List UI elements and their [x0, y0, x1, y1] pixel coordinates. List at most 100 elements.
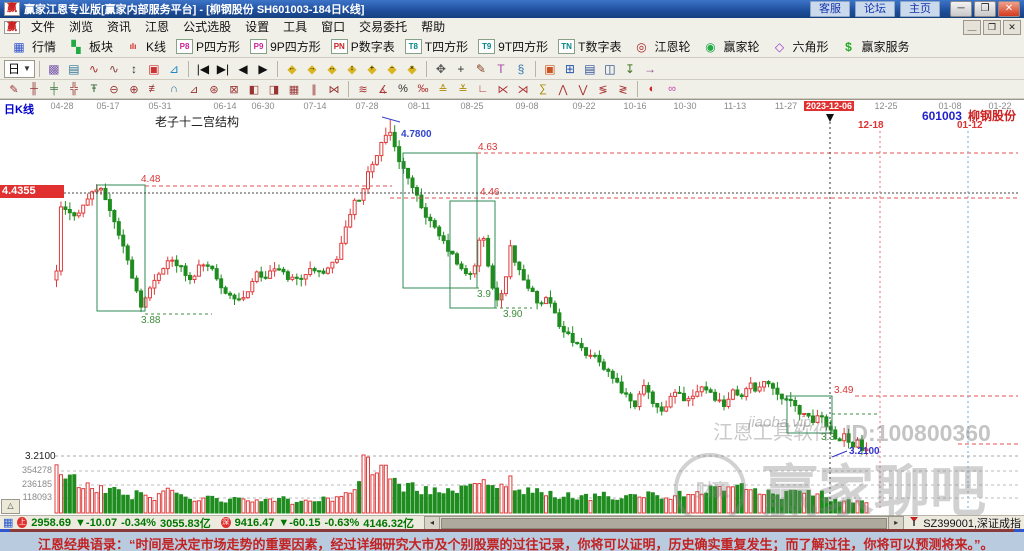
market-grid-icon[interactable]: ▦ — [3, 517, 13, 529]
mdi-minimize-button[interactable]: ＿ — [963, 19, 981, 35]
triangle-ruler-icon[interactable]: ⊿ — [184, 79, 204, 99]
golden-section-icon[interactable]: ≙ — [433, 79, 453, 99]
gann-fence-icon[interactable]: ╫ — [24, 79, 44, 99]
bowtie-tool-icon[interactable]: ⋈ — [324, 79, 344, 99]
close-button[interactable]: ✕ — [998, 1, 1020, 17]
gann-expand-v-icon[interactable]: ◆ ↕ — [342, 59, 362, 79]
titlebar-button-forum[interactable]: 论坛 — [855, 1, 895, 17]
draw-pen-icon[interactable]: ✎ — [471, 59, 491, 79]
menu-item-文件[interactable]: 文件 — [24, 19, 62, 35]
zigzag-down-icon[interactable]: ∿ — [104, 59, 124, 79]
gann-text-icon[interactable]: T — [491, 59, 511, 79]
scroll-left-button[interactable]: ◂ — [424, 515, 441, 530]
gann-shift-right-icon[interactable]: ◆ → — [302, 59, 322, 79]
half-right-icon[interactable]: ◨ — [264, 79, 284, 99]
titlebar-button-home[interactable]: 主页 — [900, 1, 940, 17]
menu-item-交易委托[interactable]: 交易委托 — [352, 19, 414, 35]
percent-tool-icon[interactable]: % — [393, 79, 413, 99]
scroll-right-button[interactable]: ▸ — [888, 515, 905, 530]
save-icon[interactable]: ◫ — [600, 59, 620, 79]
zigzag-up-icon[interactable]: ∿ — [84, 59, 104, 79]
square-mask-icon[interactable]: ⊠ — [224, 79, 244, 99]
cycle-cross-icon[interactable]: ⊕ — [124, 79, 144, 99]
first-bar-icon[interactable]: |◀ — [193, 59, 213, 79]
menu-item-浏览[interactable]: 浏览 — [62, 19, 100, 35]
star-burst-icon[interactable]: ⊛ — [204, 79, 224, 99]
scrollbar-thumb[interactable] — [441, 517, 887, 529]
winner-service-button[interactable]: $ 赢家服务 — [834, 38, 915, 56]
menu-item-设置[interactable]: 设置 — [238, 19, 276, 35]
mdi-restore-button[interactable]: ❐ — [983, 19, 1001, 35]
fan-right-icon[interactable]: ⋊ — [513, 79, 533, 99]
permille-tool-icon[interactable]: ‰ — [413, 79, 433, 99]
pan-hand-icon[interactable]: ✥ — [431, 59, 451, 79]
volume-pane-toggle-button[interactable]: △ — [1, 499, 20, 514]
scrollbar-track[interactable] — [440, 515, 889, 530]
half-left-icon[interactable]: ◧ — [244, 79, 264, 99]
info-board-icon[interactable]: ▤ — [64, 59, 84, 79]
hexagon-button[interactable]: ◇ 六角形 — [765, 38, 834, 56]
crosshair-icon[interactable]: + — [451, 59, 471, 79]
9t-square-button[interactable]: T9 9T四方形 — [473, 38, 553, 56]
last-bar-icon[interactable]: ▶| — [213, 59, 233, 79]
dense-grid-icon[interactable]: ▦ — [284, 79, 304, 99]
mirror-tool-icon[interactable]: ≷ — [613, 79, 633, 99]
send-icon[interactable]: → — [640, 59, 660, 79]
notebook-icon[interactable]: ▤ — [580, 59, 600, 79]
kline-button[interactable]: ılı K线 — [118, 38, 171, 56]
highlight-range-icon[interactable]: ▣ — [144, 59, 164, 79]
menu-item-工具[interactable]: 工具 — [276, 19, 314, 35]
horizontal-scrollbar[interactable]: ◂ ▸ — [424, 515, 905, 530]
taiji-icon[interactable]: ◐ — [642, 79, 662, 99]
wedge-up-icon[interactable]: ⋀ — [553, 79, 573, 99]
calculator-icon[interactable]: ⊞ — [560, 59, 580, 79]
speed-line-icon[interactable]: ∟ — [473, 79, 493, 99]
candle-compress-icon[interactable]: ↕ — [124, 59, 144, 79]
menu-item-江恩[interactable]: 江恩 — [138, 19, 176, 35]
brush-tool-icon[interactable]: ✎ — [4, 79, 24, 99]
t-square-button[interactable]: T8 T四方形 — [400, 38, 473, 56]
t-digit-table-button[interactable]: TN T数字表 — [553, 38, 626, 56]
gann-grid-wide-icon[interactable]: ╬ — [64, 79, 84, 99]
restore-button[interactable]: ❐ — [974, 1, 996, 17]
winner-wheel-button[interactable]: ◉ 赢家轮 — [695, 38, 764, 56]
gann-grid-icon[interactable]: ╪ — [44, 79, 64, 99]
spiral-icon[interactable]: § — [511, 59, 531, 79]
color-flag-icon[interactable]: ⊿ — [164, 59, 184, 79]
angle-measure-icon[interactable]: ∡ — [373, 79, 393, 99]
quotes-button[interactable]: ▦ 行情 — [4, 38, 61, 56]
chart-area[interactable]: 04-28 05-17 05-31 06-14 06-30 07-14 07-28 08-11… — [0, 99, 1024, 516]
pane-label-kline[interactable]: 日K线 — [4, 101, 34, 117]
wave-measure-icon[interactable]: ≋ — [353, 79, 373, 99]
minimize-button[interactable]: ─ — [950, 1, 972, 17]
fan-left-icon[interactable]: ⋉ — [493, 79, 513, 99]
next-bar-icon[interactable]: ▶ — [253, 59, 273, 79]
wedge-down-icon[interactable]: ⋁ — [573, 79, 593, 99]
menu-item-帮助[interactable]: 帮助 — [414, 19, 452, 35]
price-band-icon[interactable]: ≚ — [453, 79, 473, 99]
sum-tool-icon[interactable]: ∑ — [533, 79, 553, 99]
gann-reset-icon[interactable]: ◆ × — [402, 59, 422, 79]
menu-item-公式选股[interactable]: 公式选股 — [176, 19, 238, 35]
parallel-lines-icon[interactable]: ∥ — [304, 79, 324, 99]
period-selector[interactable]: 日 ▼ — [4, 59, 35, 78]
menu-item-资讯[interactable]: 资讯 — [100, 19, 138, 35]
gann-wheel-button[interactable]: ◎ 江恩轮 — [626, 38, 695, 56]
gann-expand-h-icon[interactable]: ◆ ↔ — [322, 59, 342, 79]
sectors-button[interactable]: ▚ 板块 — [61, 38, 118, 56]
titlebar-button-service[interactable]: 客服 — [810, 1, 850, 17]
chart-style-icon[interactable]: ▩ — [44, 59, 64, 79]
time-ruler-icon[interactable]: Ŧ — [84, 79, 104, 99]
mdi-close-button[interactable]: ✕ — [1003, 19, 1021, 35]
hatch-tool-icon[interactable]: ≢ — [144, 79, 164, 99]
arc-tool-icon[interactable]: ∩ — [164, 79, 184, 99]
p-digit-table-button[interactable]: PN P数字表 — [326, 38, 400, 56]
9p-square-button[interactable]: P9 9P四方形 — [245, 38, 326, 56]
prev-bar-icon[interactable]: ◀ — [233, 59, 253, 79]
p-square-button[interactable]: P8 P四方形 — [171, 38, 245, 56]
calendar-icon[interactable]: ▣ — [540, 59, 560, 79]
gann-zoom-in-icon[interactable]: ◆ + — [362, 59, 382, 79]
gann-zoom-out-icon[interactable]: ◆ − — [382, 59, 402, 79]
gann-shift-left-icon[interactable]: ◆ ← — [282, 59, 302, 79]
menu-item-窗口[interactable]: 窗口 — [314, 19, 352, 35]
